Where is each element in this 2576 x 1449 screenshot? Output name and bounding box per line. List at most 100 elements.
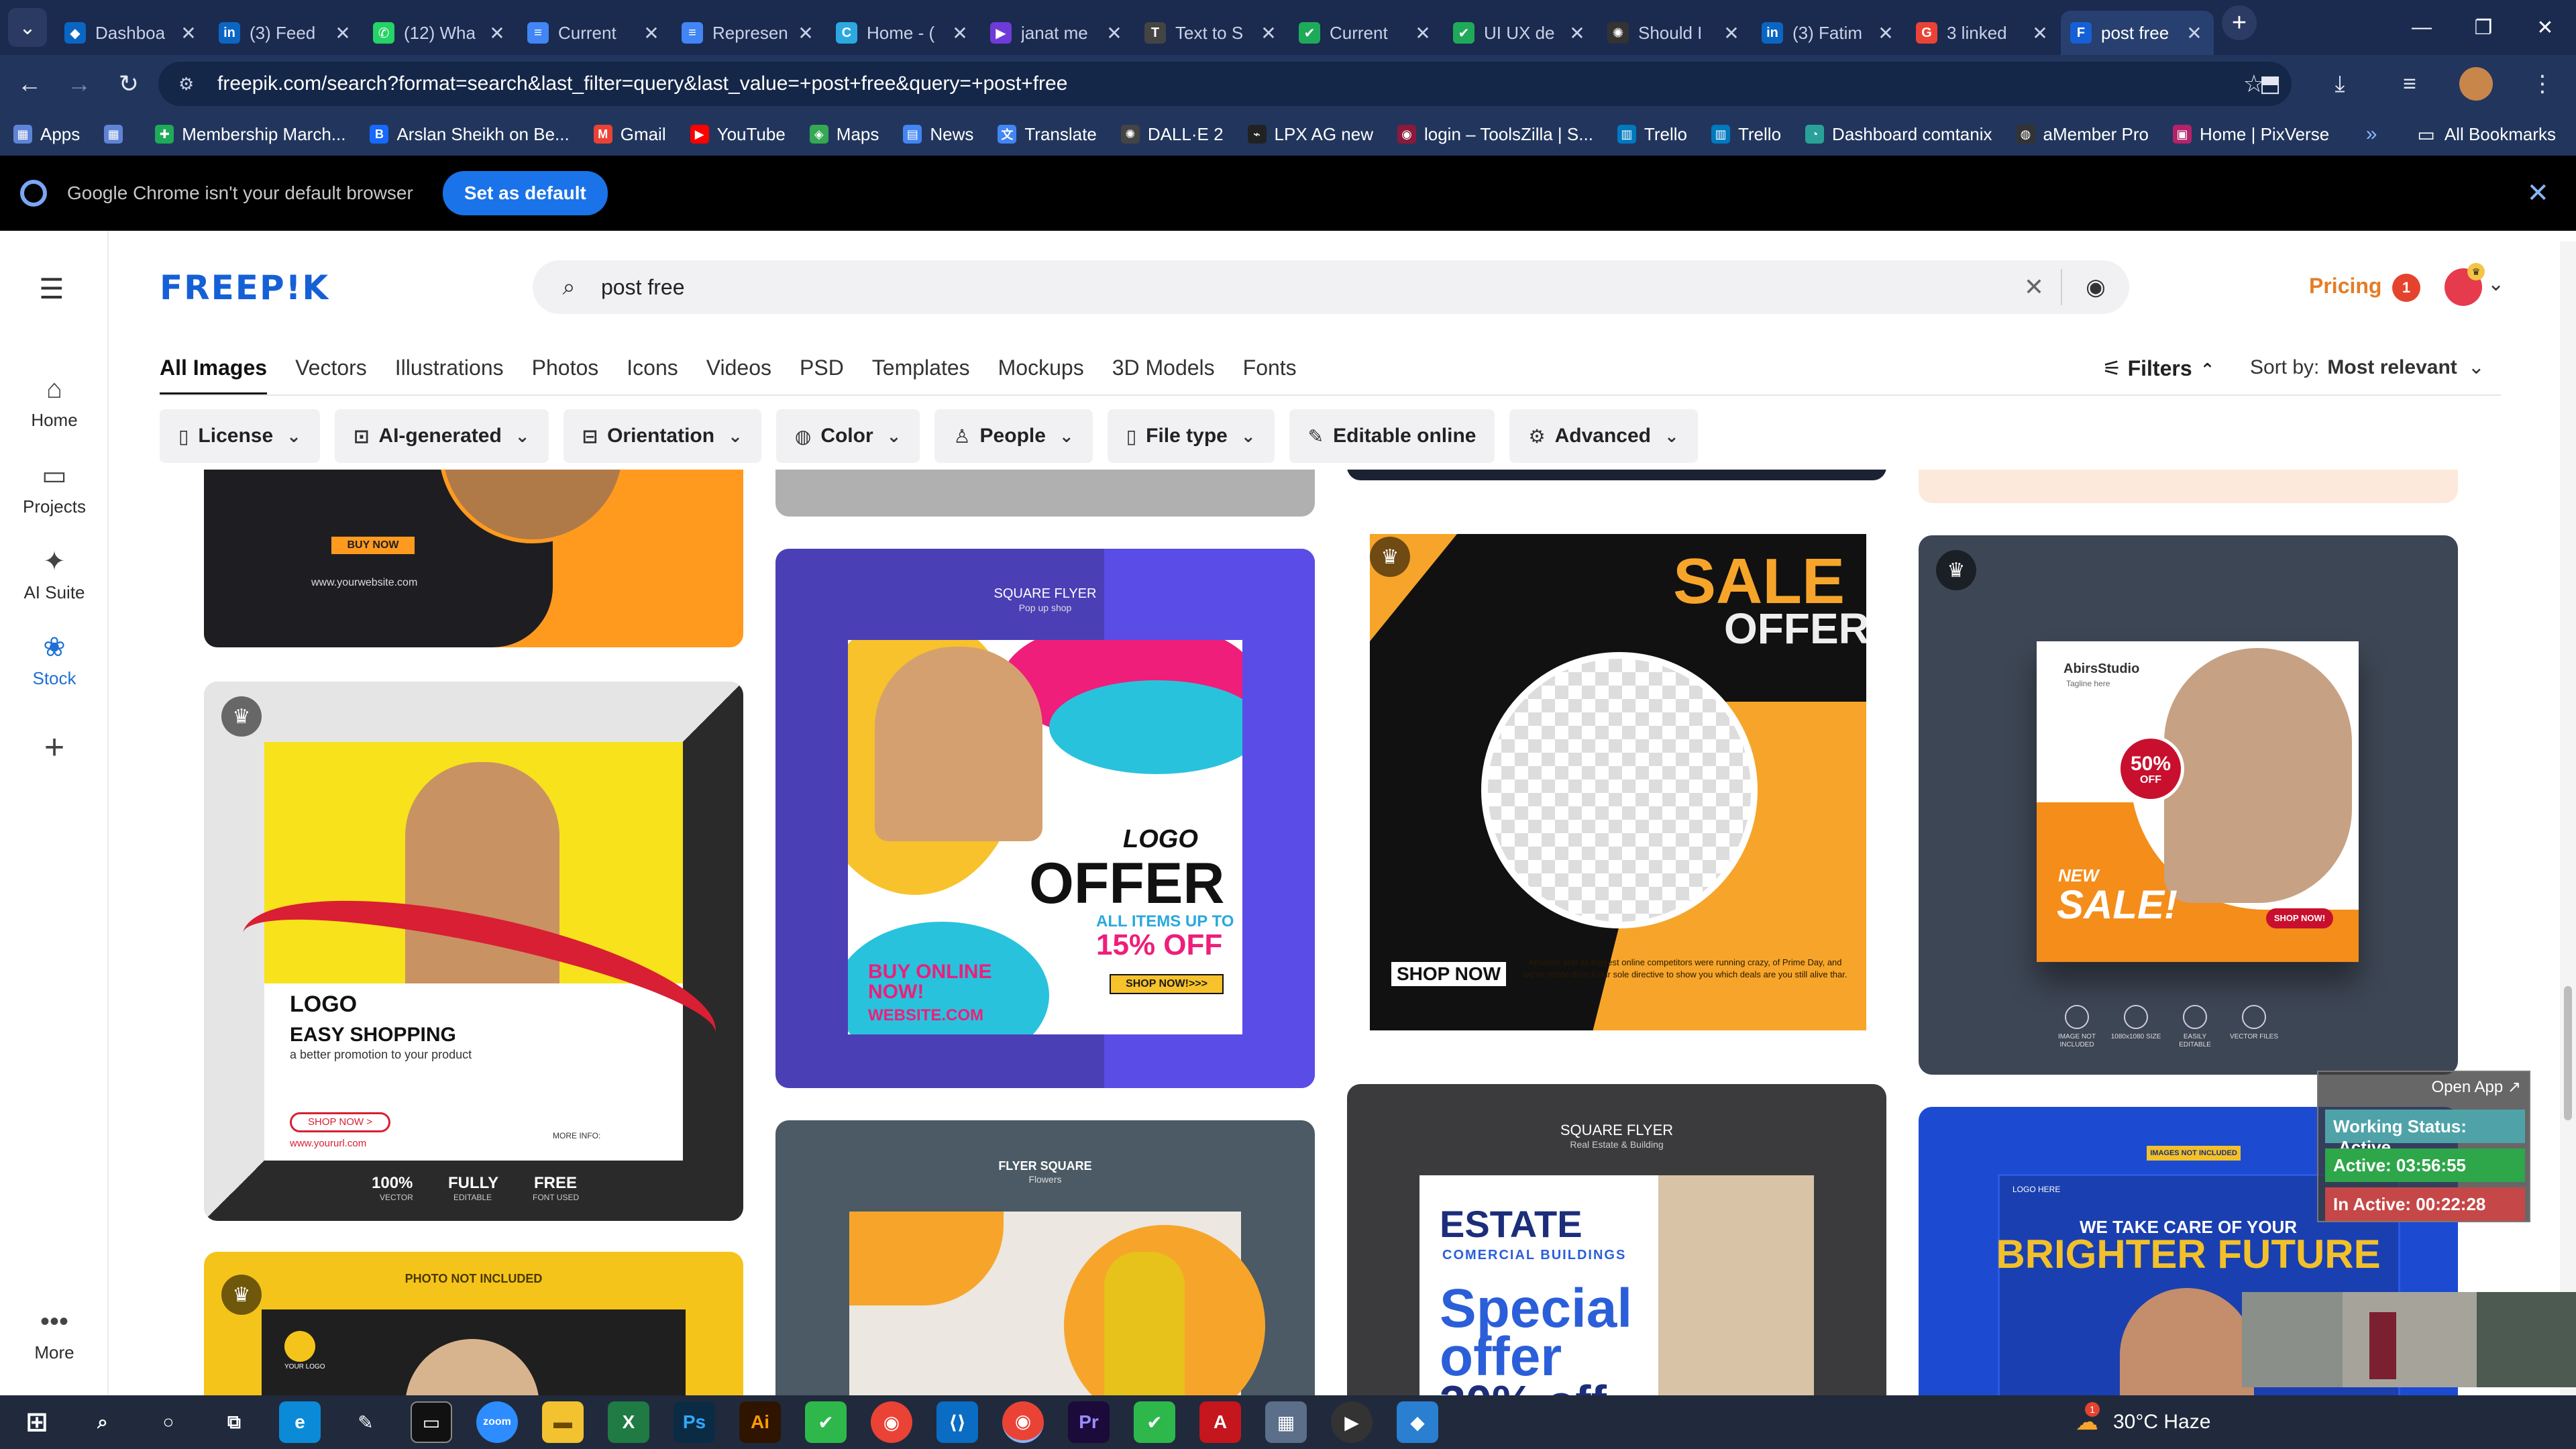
video-pip-window[interactable] xyxy=(2242,1292,2576,1387)
close-window-icon[interactable]: ✕ xyxy=(2514,0,2576,55)
search-input[interactable]: post free xyxy=(601,275,2007,300)
extension-icon[interactable]: ⬒ xyxy=(2250,64,2290,104)
vscode-icon[interactable]: ⟨⟩ xyxy=(936,1401,978,1443)
set-as-default-button[interactable]: Set as default xyxy=(442,171,608,215)
browser-tab[interactable]: ≡ Current ✕ xyxy=(518,11,671,55)
restore-icon[interactable]: ❐ xyxy=(2453,0,2514,55)
close-tab-icon[interactable]: ✕ xyxy=(1567,22,1587,44)
tab-vectors[interactable]: Vectors xyxy=(295,349,367,396)
task-view-icon[interactable]: ⧉ xyxy=(213,1401,255,1443)
close-tab-icon[interactable]: ✕ xyxy=(1876,22,1896,44)
tab-3d-models[interactable]: 3D Models xyxy=(1112,349,1215,396)
terminal-icon[interactable]: ▭ xyxy=(411,1401,452,1443)
browser-tab[interactable]: ✺ Should I ✕ xyxy=(1598,11,1751,55)
reload-icon[interactable]: ↻ xyxy=(109,64,149,104)
pricing-link[interactable]: Pricing xyxy=(2309,274,2381,299)
close-tab-icon[interactable]: ✕ xyxy=(1721,22,1741,44)
bookmark-item[interactable]: B Arslan Sheikh on Be... xyxy=(370,124,570,145)
filter-file-type[interactable]: ▯ File type ⌄ xyxy=(1107,409,1275,463)
bookmark-item[interactable]: ▦ xyxy=(104,125,131,144)
filter-license[interactable]: ▯ License ⌄ xyxy=(160,409,320,463)
tab-photos[interactable]: Photos xyxy=(532,349,599,396)
search-bar[interactable]: ⌕ post free ✕ ◉ xyxy=(533,260,2129,314)
download-icon[interactable]: ⤓ xyxy=(2320,64,2360,104)
close-tab-icon[interactable]: ✕ xyxy=(178,22,199,44)
filter-ai-generated[interactable]: ⊡ AI-generated ⌄ xyxy=(334,409,549,463)
close-tab-icon[interactable]: ✕ xyxy=(2030,22,2050,44)
bookmark-item[interactable]: ▥ Trello xyxy=(1617,124,1687,145)
tab-psd[interactable]: PSD xyxy=(800,349,844,396)
browser-tab[interactable]: ✔ UI UX de ✕ xyxy=(1444,11,1597,55)
rail-item-home[interactable]: ⌂ Home xyxy=(0,374,109,431)
bookmark-item[interactable]: ✚ Membership March... xyxy=(155,124,345,145)
zoom-icon[interactable]: zoom xyxy=(476,1401,518,1443)
bookmark-item[interactable]: ✺ DALL·E 2 xyxy=(1120,124,1224,145)
chevron-down-icon[interactable]: ⌄ xyxy=(2487,272,2504,296)
open-app-link[interactable]: Open App ↗ xyxy=(2431,1077,2521,1097)
close-tab-icon[interactable]: ✕ xyxy=(333,22,353,44)
edge-icon[interactable]: e xyxy=(279,1401,321,1443)
rail-item-more[interactable]: ••• More xyxy=(0,1307,109,1363)
bookmark-item[interactable]: ◔ Dashboard comtanix xyxy=(1805,124,1992,145)
browser-tab[interactable]: ✔ Current ✕ xyxy=(1289,11,1442,55)
acrobat-icon[interactable]: A xyxy=(1199,1401,1241,1443)
result-card[interactable]: SQUARE FLYER Real Estate & Building ESTA… xyxy=(1347,1084,1886,1395)
close-icon[interactable]: ✕ xyxy=(2526,178,2549,209)
tab-search-button[interactable]: ⌄ xyxy=(8,8,47,47)
chrome-active-icon[interactable]: ◉ xyxy=(1002,1401,1044,1443)
bookmark-item[interactable]: 文 Translate xyxy=(998,124,1097,145)
hamburger-menu-icon[interactable]: ☰ xyxy=(39,272,64,305)
rail-item-projects[interactable]: ▭ Projects xyxy=(0,460,109,517)
forward-icon[interactable]: → xyxy=(59,64,99,104)
bookmark-item[interactable]: ◈ Maps xyxy=(809,124,879,145)
page-scrollbar-track[interactable] xyxy=(2560,241,2576,1395)
freepik-logo[interactable]: FREEP!K xyxy=(160,268,329,307)
bookmark-item[interactable]: ▶ YouTube xyxy=(690,124,786,145)
result-card[interactable] xyxy=(1347,470,1886,480)
close-tab-icon[interactable]: ✕ xyxy=(487,22,507,44)
result-card[interactable]: PHOTO NOT INCLUDED YOUR LOGO ♛ xyxy=(204,1252,743,1395)
result-card[interactable]: BUY NOW www.yourwebsite.com xyxy=(204,470,743,647)
notification-badge[interactable]: 1 xyxy=(2392,274,2420,302)
result-card[interactable]: SALE OFFER SHOP NOW Amazon and its bigge… xyxy=(1370,534,1866,1030)
browser-tab[interactable]: Fpost free ✕ xyxy=(2061,11,2214,55)
media-icon[interactable]: ≡ xyxy=(2390,64,2430,104)
tab-mockups[interactable]: Mockups xyxy=(998,349,1084,396)
user-avatar[interactable]: ♛ xyxy=(2445,263,2485,306)
all-bookmarks[interactable]: All Bookmarks xyxy=(2445,124,2556,145)
result-card[interactable]: SQUARE FLYER Pop up shop LOGO OFFER ALL … xyxy=(775,549,1315,1088)
browser-tab[interactable]: ✆ (12) Wha ✕ xyxy=(364,11,517,55)
green-app-icon[interactable]: ✔ xyxy=(805,1401,847,1443)
pen-icon[interactable]: ✎ xyxy=(345,1401,386,1443)
filters-toggle[interactable]: ⚟ Filters ⌃ xyxy=(2102,356,2214,381)
back-icon[interactable]: ← xyxy=(9,64,50,104)
rail-item-stock[interactable]: ❀ Stock xyxy=(0,632,109,689)
filter-editable-online[interactable]: ✎ Editable online xyxy=(1289,409,1495,463)
sort-by[interactable]: Sort by: Most relevant ⌄ xyxy=(2250,356,2485,379)
filter-orientation[interactable]: ⊟ Orientation ⌄ xyxy=(563,409,761,463)
tab-icons[interactable]: Icons xyxy=(627,349,678,396)
media-player-icon[interactable]: ▶ xyxy=(1331,1401,1373,1443)
filter-people[interactable]: ♙ People ⌄ xyxy=(934,409,1093,463)
result-card[interactable] xyxy=(775,470,1315,517)
calculator-icon[interactable]: ▦ xyxy=(1265,1401,1307,1443)
browser-tab[interactable]: T Text to S ✕ xyxy=(1135,11,1288,55)
close-tab-icon[interactable]: ✕ xyxy=(1258,22,1279,44)
browser-tab[interactable]: C Home - (✕ xyxy=(826,11,979,55)
camera-search-icon[interactable]: ◉ xyxy=(2062,274,2129,301)
bookmark-item[interactable]: ▥ Trello xyxy=(1711,124,1781,145)
cortana-icon[interactable]: ○ xyxy=(148,1401,189,1443)
browser-tab[interactable]: in (3) Feed ✕ xyxy=(209,11,362,55)
browser-tab[interactable]: ◆ Dashboa ✕ xyxy=(55,11,208,55)
green-app-icon[interactable]: ✔ xyxy=(1134,1401,1175,1443)
tab-templates[interactable]: Templates xyxy=(872,349,970,396)
menu-kebab-icon[interactable]: ⋮ xyxy=(2522,64,2563,104)
chrome-icon[interactable]: ◉ xyxy=(871,1401,912,1443)
profile-avatar[interactable] xyxy=(2459,67,2493,101)
clear-search-icon[interactable]: ✕ xyxy=(2007,273,2061,301)
filter-color[interactable]: ◍ Color ⌄ xyxy=(775,409,920,463)
browser-tab[interactable]: ▶ janat me ✕ xyxy=(981,11,1134,55)
app-icon[interactable]: ◆ xyxy=(1397,1401,1438,1443)
tab-illustrations[interactable]: Illustrations xyxy=(395,349,504,396)
close-tab-icon[interactable]: ✕ xyxy=(796,22,816,44)
